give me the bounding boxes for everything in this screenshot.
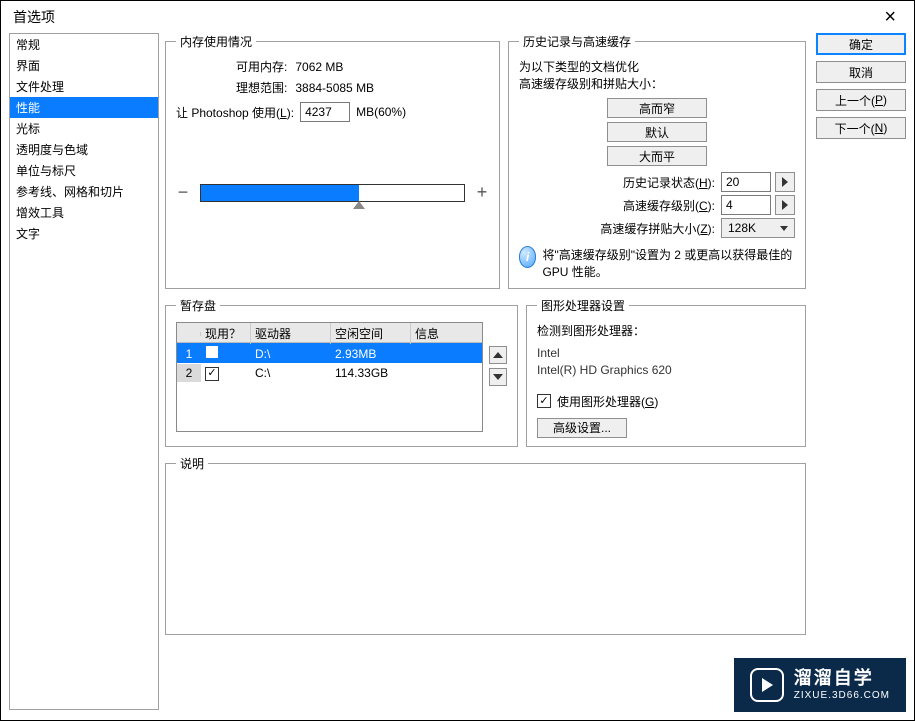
table-row[interactable]: 1 D:\ 2.93MB [177,343,482,363]
info-icon: i [519,246,536,268]
scratch-disks-table: 现用？ 驱动器 空闲空间 信息 1 D:\ 2.93MB [176,322,483,432]
close-icon[interactable]: × [878,7,902,27]
gpu-name: Intel(R) HD Graphics 620 [537,362,795,379]
sidebar: 常规 界面 文件处理 性能 光标 透明度与色域 单位与标尺 参考线、网格和切片 … [9,33,159,710]
sidebar-item-guides[interactable]: 参考线、网格和切片 [10,181,158,202]
let-ps-use-label: 让 Photoshop 使用(L): [176,104,294,121]
sidebar-item-type[interactable]: 文字 [10,223,158,244]
watermark: 溜溜自学 ZIXUE.3D66.COM [734,658,906,712]
prev-label: 上一个( [835,92,875,109]
triangle-right-icon [782,177,788,187]
history-cache-legend: 历史记录与高速缓存 [519,33,635,50]
memory-input[interactable] [300,102,350,122]
row-info [411,371,482,375]
memory-decrease-button[interactable]: − [176,182,190,203]
next-label: 下一个( [835,120,875,137]
col-info: 信息 [411,323,482,344]
description-group: 说明 [165,455,806,635]
table-row[interactable]: 2 ✓ C:\ 114.33GB [177,363,482,383]
active-checkbox[interactable] [205,345,219,359]
col-active: 现用？ [201,323,251,344]
watermark-small: ZIXUE.3D66.COM [794,690,890,702]
history-states-input[interactable] [721,172,771,192]
next-mnemonic: N [875,121,884,135]
triangle-down-icon [493,374,503,380]
col-drive: 驱动器 [251,323,331,344]
prev-button[interactable]: 上一个(P) [816,89,906,111]
big-flat-button[interactable]: 大而平 [607,146,707,166]
use-gpu-checkbox[interactable]: ✓ [537,394,551,408]
window-title: 首选项 [13,7,55,27]
ok-button[interactable]: 确定 [816,33,906,55]
cache-info-text: 将"高速缓存级别"设置为 2 或更高以获得最佳的 GPU 性能。 [542,246,795,280]
tall-thin-button[interactable]: 高而窄 [607,98,707,118]
triangle-right-icon [782,200,788,210]
ideal-range-value: 3884-5085 MB [295,81,374,95]
cancel-button[interactable]: 取消 [816,61,906,83]
history-states-more-button[interactable] [775,172,795,192]
cache-levels-more-button[interactable] [775,195,795,215]
move-up-button[interactable] [489,346,507,364]
row-info [411,352,482,356]
row-index: 1 [177,345,201,363]
memory-slider[interactable] [200,184,465,202]
use-gpu-label: 使用图形处理器(G) [557,393,658,410]
row-drive: D:\ [251,345,331,363]
memory-unit: MB(60%) [356,105,406,119]
gpu-vendor: Intel [537,345,795,362]
cache-tile-value: 128K [728,221,756,235]
chevron-down-icon [780,226,788,231]
col-free: 空闲空间 [331,323,411,344]
sidebar-item-performance[interactable]: 性能 [10,97,158,118]
cache-levels-label: 高速缓存级别(C): [623,197,715,214]
row-index: 2 [177,364,201,382]
memory-legend: 内存使用情况 [176,33,256,50]
sidebar-item-interface[interactable]: 界面 [10,55,158,76]
available-memory-label: 可用内存: [236,58,287,75]
scratch-disks-group: 暂存盘 现用？ 驱动器 空闲空间 信息 1 [165,297,518,447]
optimize-text-2: 高速缓存级别和拼贴大小： [519,75,795,92]
sidebar-item-file-handling[interactable]: 文件处理 [10,76,158,97]
default-button[interactable]: 默认 [607,122,707,142]
memory-slider-fill [201,185,359,201]
history-cache-group: 历史记录与高速缓存 为以下类型的文档优化 高速缓存级别和拼贴大小： 高而窄 默认… [508,33,806,289]
sidebar-item-transparency[interactable]: 透明度与色域 [10,139,158,160]
sidebar-item-plugins[interactable]: 增效工具 [10,202,158,223]
sidebar-item-cursors[interactable]: 光标 [10,118,158,139]
ideal-range-label: 理想范围: [236,79,287,96]
description-legend: 说明 [176,455,208,472]
optimize-text-1: 为以下类型的文档优化 [519,58,795,75]
row-drive: C:\ [251,364,331,382]
sidebar-item-units[interactable]: 单位与标尺 [10,160,158,181]
cache-levels-input[interactable] [721,195,771,215]
move-down-button[interactable] [489,368,507,386]
gpu-advanced-button[interactable]: 高级设置... [537,418,627,438]
watermark-logo-icon [750,668,784,702]
cache-tile-label: 高速缓存拼贴大小(Z): [600,220,715,237]
memory-group: 内存使用情况 可用内存: 7062 MB 理想范围: 3884-5085 MB … [165,33,500,289]
triangle-up-icon [493,352,503,358]
active-checkbox[interactable]: ✓ [205,367,219,381]
prev-mnemonic: P [875,93,883,107]
next-button[interactable]: 下一个(N) [816,117,906,139]
sidebar-item-general[interactable]: 常规 [10,34,158,55]
scratch-disks-legend: 暂存盘 [176,297,220,314]
gpu-legend: 图形处理器设置 [537,297,629,314]
available-memory-value: 7062 MB [295,60,343,74]
memory-slider-handle-icon[interactable] [353,201,365,209]
gpu-detected-label: 检测到图形处理器： [537,322,795,339]
watermark-big: 溜溜自学 [794,668,890,690]
cache-tile-select[interactable]: 128K [721,218,795,238]
gpu-group: 图形处理器设置 检测到图形处理器： Intel Intel(R) HD Grap… [526,297,806,447]
history-states-label: 历史记录状态(H): [623,174,715,191]
row-free: 114.33GB [331,364,411,382]
memory-increase-button[interactable]: + [475,182,489,203]
row-free: 2.93MB [331,345,411,363]
